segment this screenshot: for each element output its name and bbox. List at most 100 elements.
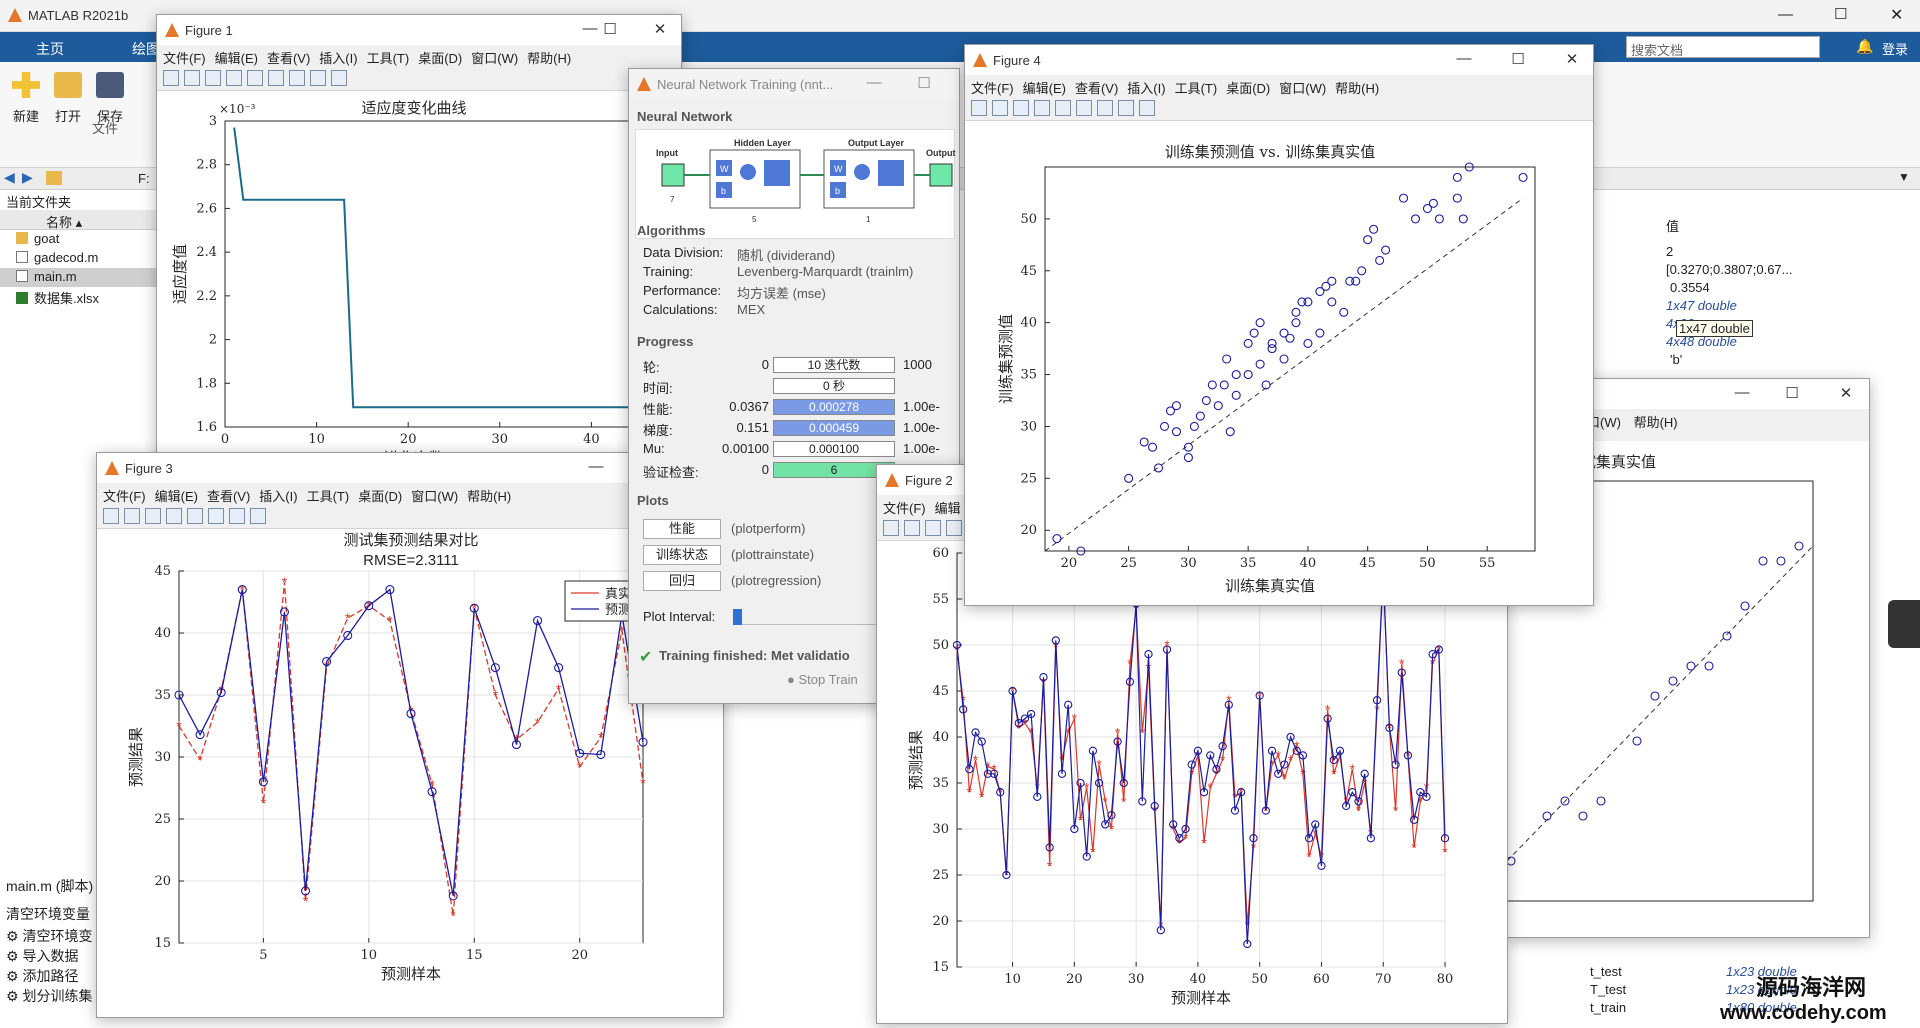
close-button[interactable]: ✕	[1563, 50, 1581, 68]
workspace-row[interactable]: t_test 1x23 double	[1590, 964, 1797, 979]
path-dropdown-icon[interactable]: ▼	[1898, 170, 1910, 184]
list-item[interactable]: gadecod.m	[0, 249, 179, 268]
legend-icon[interactable]	[1097, 99, 1113, 116]
plot-trainstate-button[interactable]: 训练状态	[643, 545, 721, 565]
menu-desktop[interactable]: 桌面(D)	[358, 489, 402, 504]
maximize-button[interactable]: ☐	[601, 20, 619, 38]
tab-home[interactable]: 主页	[36, 39, 64, 59]
menu-view[interactable]: 查看(V)	[207, 489, 250, 504]
maximize-button[interactable]: ☐	[1783, 384, 1801, 402]
menu-edit[interactable]: 编辑(E)	[215, 51, 258, 66]
folder-up-icon[interactable]	[46, 171, 62, 185]
link-icon[interactable]	[187, 507, 203, 524]
window-minimize-button[interactable]: —	[1778, 6, 1793, 23]
link-icon[interactable]	[1055, 99, 1071, 116]
menu-view[interactable]: 查看(V)	[267, 51, 310, 66]
legend-icon[interactable]	[229, 507, 245, 524]
window-close-button[interactable]: ✕	[1890, 5, 1903, 25]
details-item[interactable]: ⚙ 添加路径	[6, 966, 78, 986]
new-button[interactable]: 新建	[8, 72, 44, 125]
menu-desktop[interactable]: 桌面(D)	[1226, 81, 1270, 96]
back-arrow-icon[interactable]: ◀	[4, 169, 15, 186]
details-item[interactable]: ⚙ 清空环境变	[6, 926, 92, 946]
menu-file[interactable]: 文件(F)	[163, 51, 206, 66]
open-icon[interactable]	[124, 507, 140, 524]
save-icon[interactable]	[925, 519, 941, 536]
menu-window[interactable]: 窗口(W)	[471, 51, 518, 66]
menu-edit[interactable]: 编辑(E)	[1023, 81, 1066, 96]
new-figure-icon[interactable]	[971, 99, 987, 116]
new-figure-icon[interactable]	[163, 69, 179, 86]
open-button[interactable]: 打开	[50, 72, 86, 125]
menu-tools[interactable]: 工具(T)	[1175, 81, 1218, 96]
login-link[interactable]: 登录	[1882, 39, 1908, 58]
save-icon[interactable]	[145, 507, 161, 524]
minimize-button[interactable]: —	[1455, 50, 1473, 67]
pointer-icon[interactable]	[1118, 99, 1134, 116]
new-figure-icon[interactable]	[883, 519, 899, 536]
path-text[interactable]: F:	[138, 171, 150, 186]
menu-edit[interactable]: 编辑(E)	[155, 489, 198, 504]
legend-icon[interactable]	[289, 69, 305, 86]
new-figure-icon[interactable]	[103, 507, 119, 524]
value-column-header[interactable]: 值	[1666, 216, 1679, 235]
minimize-button[interactable]: —	[1733, 384, 1751, 401]
menu-view[interactable]: 查看(V)	[1075, 81, 1118, 96]
menu-desktop[interactable]: 桌面(D)	[418, 51, 462, 66]
menu-file[interactable]: 文件(F)	[883, 501, 926, 516]
menu-file[interactable]: 文件(F)	[971, 81, 1014, 96]
details-item[interactable]: ⚙ 导入数据	[6, 946, 78, 966]
link-icon[interactable]	[247, 69, 263, 86]
print-icon[interactable]	[946, 519, 962, 536]
property-editor-icon[interactable]	[331, 69, 347, 86]
notification-icon[interactable]: 🔔	[1856, 38, 1873, 55]
minimize-button[interactable]: —	[581, 20, 599, 37]
minimize-button[interactable]: —	[865, 74, 883, 91]
slider-handle[interactable]	[733, 609, 742, 625]
minimize-button[interactable]: —	[587, 458, 605, 475]
colorbar-icon[interactable]	[1076, 99, 1092, 116]
maximize-button[interactable]: ☐	[1509, 50, 1527, 68]
name-column-header[interactable]: 名称 ▴	[0, 210, 179, 230]
list-item[interactable]: main.m	[0, 268, 179, 287]
menu-insert[interactable]: 插入(I)	[259, 489, 297, 504]
print-icon[interactable]	[226, 69, 242, 86]
print-icon[interactable]	[166, 507, 182, 524]
details-item[interactable]: ⚙ 划分训练集	[6, 986, 92, 1006]
side-handle[interactable]	[1888, 600, 1920, 648]
menu-tools[interactable]: 工具(T)	[367, 51, 410, 66]
menu-edit[interactable]: 编辑	[935, 501, 961, 516]
menu-insert[interactable]: 插入(I)	[1127, 81, 1165, 96]
open-icon[interactable]	[904, 519, 920, 536]
menu-file[interactable]: 文件(F)	[103, 489, 146, 504]
menu-window[interactable]: 窗口(W)	[411, 489, 458, 504]
colorbar-icon[interactable]	[268, 69, 284, 86]
workspace-row[interactable]: t_train 1x80 double	[1590, 1000, 1797, 1015]
workspace-row[interactable]: T_test 1x23 double	[1590, 982, 1797, 997]
pointer-icon[interactable]	[310, 69, 326, 86]
close-button[interactable]: ✕	[1837, 384, 1855, 402]
open-icon[interactable]	[184, 69, 200, 86]
window-maximize-button[interactable]: ☐	[1834, 5, 1847, 23]
menu-help[interactable]: 帮助(H)	[527, 51, 571, 66]
save-icon[interactable]	[205, 69, 221, 86]
print-icon[interactable]	[1034, 99, 1050, 116]
colorbar-icon[interactable]	[208, 507, 224, 524]
close-button[interactable]: ✕	[651, 20, 669, 38]
maximize-button[interactable]: ☐	[915, 74, 933, 92]
plot-regression-button[interactable]: 回归	[643, 571, 721, 591]
menu-help[interactable]: 帮助(H)	[1335, 81, 1379, 96]
save-icon[interactable]	[1013, 99, 1029, 116]
list-item[interactable]: goat	[0, 230, 179, 249]
menu-window[interactable]: 窗口(W)	[1279, 81, 1326, 96]
plot-performance-button[interactable]: 性能	[643, 519, 721, 539]
forward-arrow-icon[interactable]: ▶	[22, 169, 33, 186]
property-editor-icon[interactable]	[1139, 99, 1155, 116]
menu-tools[interactable]: 工具(T)	[307, 489, 350, 504]
property-editor-icon[interactable]	[250, 507, 266, 524]
menu-help[interactable]: 帮助(H)	[1634, 415, 1678, 430]
list-item[interactable]: 数据集.xlsx	[0, 287, 179, 306]
menu-help[interactable]: 帮助(H)	[467, 489, 511, 504]
search-box[interactable]: 搜索文档	[1626, 36, 1820, 58]
menu-insert[interactable]: 插入(I)	[319, 51, 357, 66]
